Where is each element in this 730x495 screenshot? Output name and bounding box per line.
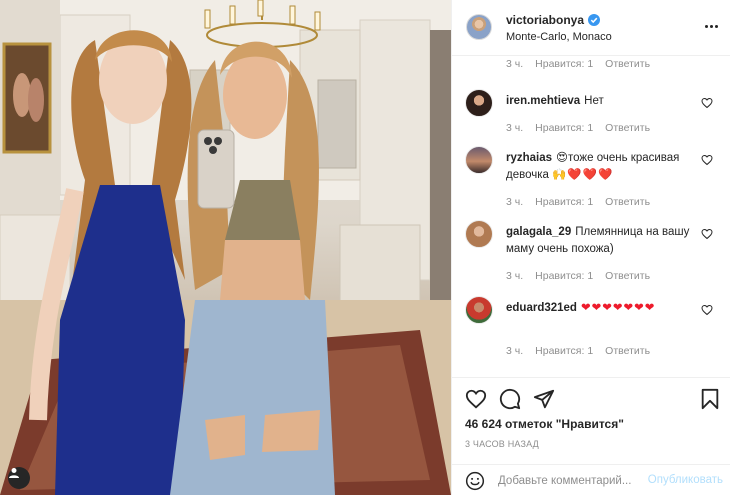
comment-meta: 3 ч. Нравится: 1 Ответить bbox=[506, 122, 650, 134]
comment-time: 3 ч. bbox=[506, 122, 524, 134]
commenter-avatar[interactable] bbox=[465, 89, 493, 117]
commenter-username[interactable]: galagala_29 bbox=[506, 226, 571, 238]
comment-icon[interactable] bbox=[499, 388, 521, 410]
comment-likes[interactable]: Нравится: 1 bbox=[535, 270, 593, 282]
verified-badge-icon bbox=[588, 14, 601, 26]
commenter-username[interactable]: ryzhaias bbox=[506, 152, 552, 164]
person-icon bbox=[9, 468, 19, 478]
comment-time: 3 ч. bbox=[506, 58, 524, 70]
post-timestamp[interactable]: 3 ЧАСОВ НАЗАД bbox=[465, 439, 539, 449]
comment-likes[interactable]: Нравится: 1 bbox=[535, 345, 593, 357]
reply-button[interactable]: Ответить bbox=[605, 58, 650, 70]
comments-list[interactable]: 3 ч. Нравится: 1 Ответить iren.mehtieva Н… bbox=[452, 56, 730, 377]
post-header: victoriabonya Monte-Carlo, Monaco bbox=[452, 0, 730, 56]
reply-button[interactable]: Ответить bbox=[605, 345, 650, 357]
photo-illustration bbox=[0, 0, 451, 495]
dot-icon bbox=[714, 24, 718, 28]
comment-time: 3 ч. bbox=[506, 196, 524, 208]
comment-meta: 3 ч. Нравится: 1 Ответить bbox=[506, 345, 650, 357]
post-location[interactable]: Monte-Carlo, Monaco bbox=[506, 31, 612, 43]
send-icon[interactable] bbox=[533, 388, 555, 410]
comment-body: iren.mehtieva Нет bbox=[506, 93, 696, 110]
post-photo[interactable] bbox=[0, 0, 451, 495]
dot-icon bbox=[704, 24, 708, 28]
comment-meta: 3 ч. Нравится: 1 Ответить bbox=[506, 270, 650, 282]
reply-button[interactable]: Ответить bbox=[605, 270, 650, 282]
reply-button[interactable]: Ответить bbox=[605, 196, 650, 208]
commenter-username[interactable]: iren.mehtieva bbox=[506, 95, 580, 107]
bookmark-icon[interactable] bbox=[699, 388, 721, 410]
comment-meta: 3 ч. Нравится: 1 Ответить bbox=[506, 196, 650, 208]
more-options-button[interactable] bbox=[701, 18, 721, 34]
comment-meta: 3 ч. Нравится: 1 Ответить bbox=[506, 58, 650, 70]
comment-body: ryzhaias 😍тоже очень красивая девочка 🙌❤️… bbox=[506, 150, 696, 184]
author-username[interactable]: victoriabonya bbox=[506, 13, 584, 27]
commenter-avatar[interactable] bbox=[465, 220, 493, 248]
comment-likes[interactable]: Нравится: 1 bbox=[535, 196, 593, 208]
publish-button[interactable]: Опубликовать bbox=[648, 474, 723, 486]
comment-likes[interactable]: Нравится: 1 bbox=[535, 58, 593, 70]
comment-like-heart-icon[interactable] bbox=[701, 304, 713, 316]
comment-text: Нет bbox=[584, 95, 604, 107]
author-name[interactable]: victoriabonya bbox=[506, 13, 601, 27]
dot-icon bbox=[709, 24, 713, 28]
add-comment-bar: Опубликовать bbox=[452, 464, 730, 495]
comment-input[interactable] bbox=[498, 472, 638, 490]
comment-like-heart-icon[interactable] bbox=[701, 154, 713, 166]
comment-like-heart-icon[interactable] bbox=[701, 97, 713, 109]
reply-button[interactable]: Ответить bbox=[605, 122, 650, 134]
author-avatar[interactable] bbox=[466, 14, 492, 40]
post-sidebar: victoriabonya Monte-Carlo, Monaco 3 ч. Н… bbox=[451, 0, 730, 495]
comment-body: galagala_29 Племянница на вашу маму очень… bbox=[506, 224, 696, 258]
likes-count[interactable]: 46 624 отметок "Нравится" bbox=[465, 417, 624, 431]
commenter-avatar[interactable] bbox=[465, 146, 493, 174]
comment-likes[interactable]: Нравится: 1 bbox=[535, 122, 593, 134]
comment-emoji: ❤❤❤❤❤❤❤ bbox=[580, 302, 656, 314]
comment-time: 3 ч. bbox=[506, 345, 524, 357]
commenter-avatar[interactable] bbox=[465, 296, 493, 324]
comment-body: eduard321ed ❤❤❤❤❤❤❤ bbox=[506, 300, 696, 317]
comment-like-heart-icon[interactable] bbox=[701, 228, 713, 240]
user-tag-icon[interactable] bbox=[8, 467, 30, 489]
heart-icon[interactable] bbox=[465, 388, 487, 410]
commenter-username[interactable]: eduard321ed bbox=[506, 302, 577, 314]
smiley-icon[interactable] bbox=[465, 471, 485, 491]
comment-emoji: 🙌❤️❤️❤️ bbox=[552, 169, 614, 181]
comment-time: 3 ч. bbox=[506, 270, 524, 282]
comment-emoji: 😍 bbox=[556, 152, 569, 164]
